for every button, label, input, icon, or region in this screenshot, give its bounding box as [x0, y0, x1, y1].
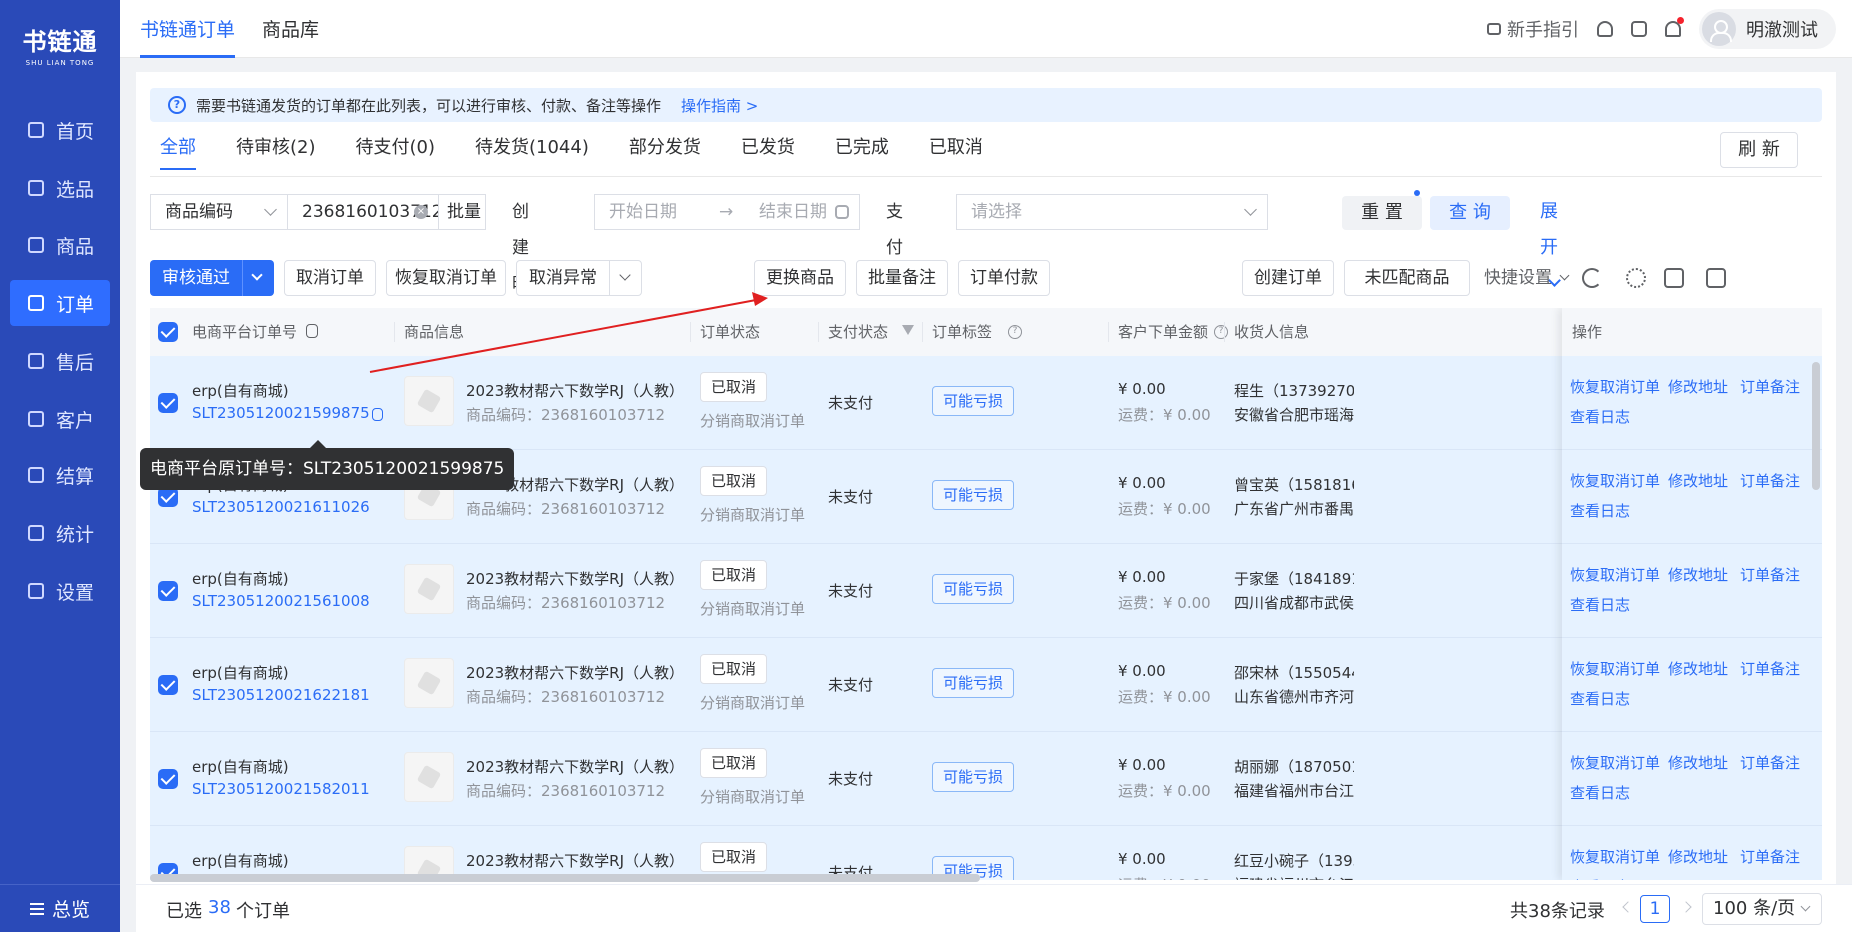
- footer-bar: 已选 38 个订单 共38条记录 1 100 条/页: [136, 884, 1852, 932]
- page-size-select[interactable]: 100 条/页: [1702, 893, 1822, 925]
- selected-suffix: 个订单: [236, 901, 290, 922]
- page-1-button[interactable]: 1: [1640, 895, 1670, 923]
- selected-prefix: 已选: [166, 901, 202, 922]
- prev-page-icon[interactable]: [1622, 901, 1634, 913]
- total-records: 共38条记录: [1510, 901, 1605, 922]
- selected-count: 38: [208, 897, 231, 918]
- chevron-down-icon: [1800, 901, 1811, 912]
- next-page-icon[interactable]: [1680, 901, 1692, 913]
- annotation-arrow: [369, 292, 768, 373]
